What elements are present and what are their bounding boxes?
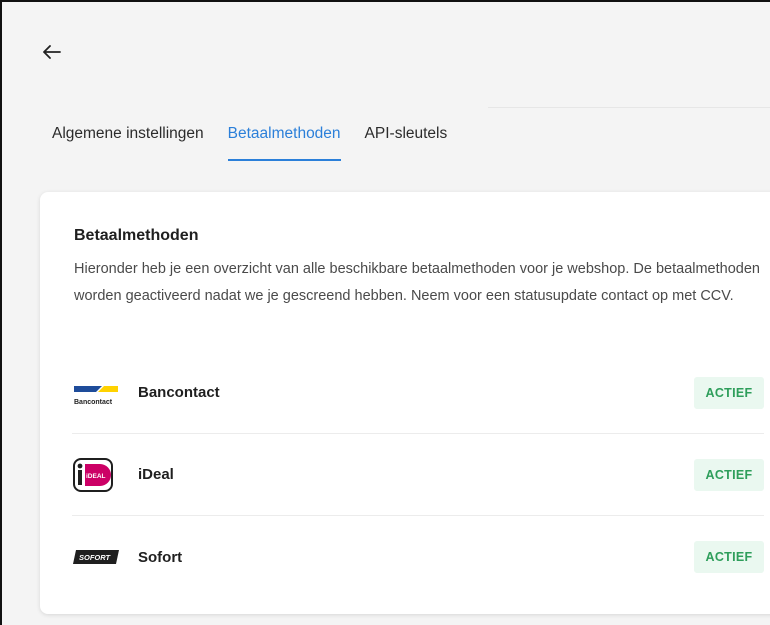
arrow-left-icon	[43, 45, 61, 59]
payment-method-row: SOFORT Sofort ACTIEF	[72, 516, 764, 598]
payment-methods-card: Betaalmethoden Hieronder heb je een over…	[40, 192, 770, 614]
payment-method-name: iDeal	[138, 466, 174, 483]
ideal-logo: iDEAL	[72, 455, 122, 495]
tab-payment-methods[interactable]: Betaalmethoden	[216, 107, 353, 161]
tab-label: Betaalmethoden	[227, 125, 341, 142]
status-badge: ACTIEF	[694, 376, 764, 409]
back-button[interactable]	[40, 40, 64, 64]
app-frame: Algemene instellingen Betaalmethoden API…	[0, 0, 770, 625]
tab-api-keys[interactable]: API-sleutels	[353, 107, 460, 161]
payment-method-name: Sofort	[138, 548, 183, 566]
payment-method-name: Bancontact	[138, 384, 220, 401]
ideal-logo-text: iDEAL	[86, 473, 106, 480]
tab-label: Algemene instellingen	[52, 125, 204, 142]
tab-general-settings[interactable]: Algemene instellingen	[40, 107, 216, 161]
bancontact-logo-text: Bancontact	[74, 399, 113, 406]
tabs-divider	[488, 107, 770, 108]
status-badge: ACTIEF	[694, 458, 764, 491]
payment-method-row: Bancontact Bancontact ACTIEF	[72, 352, 764, 434]
payment-method-row: iDEAL iDeal ACTIEF	[72, 434, 764, 516]
sofort-logo-text: SOFORT	[79, 553, 112, 562]
card-title: Betaalmethoden	[74, 227, 199, 244]
tab-bar: Algemene instellingen Betaalmethoden API…	[40, 107, 459, 161]
tab-label: API-sleutels	[364, 125, 448, 142]
bancontact-logo: Bancontact	[72, 373, 122, 413]
sofort-logo: SOFORT	[72, 537, 122, 577]
status-badge: ACTIEF	[694, 541, 764, 573]
card-description: Hieronder heb je een overzicht van alle …	[74, 261, 760, 304]
